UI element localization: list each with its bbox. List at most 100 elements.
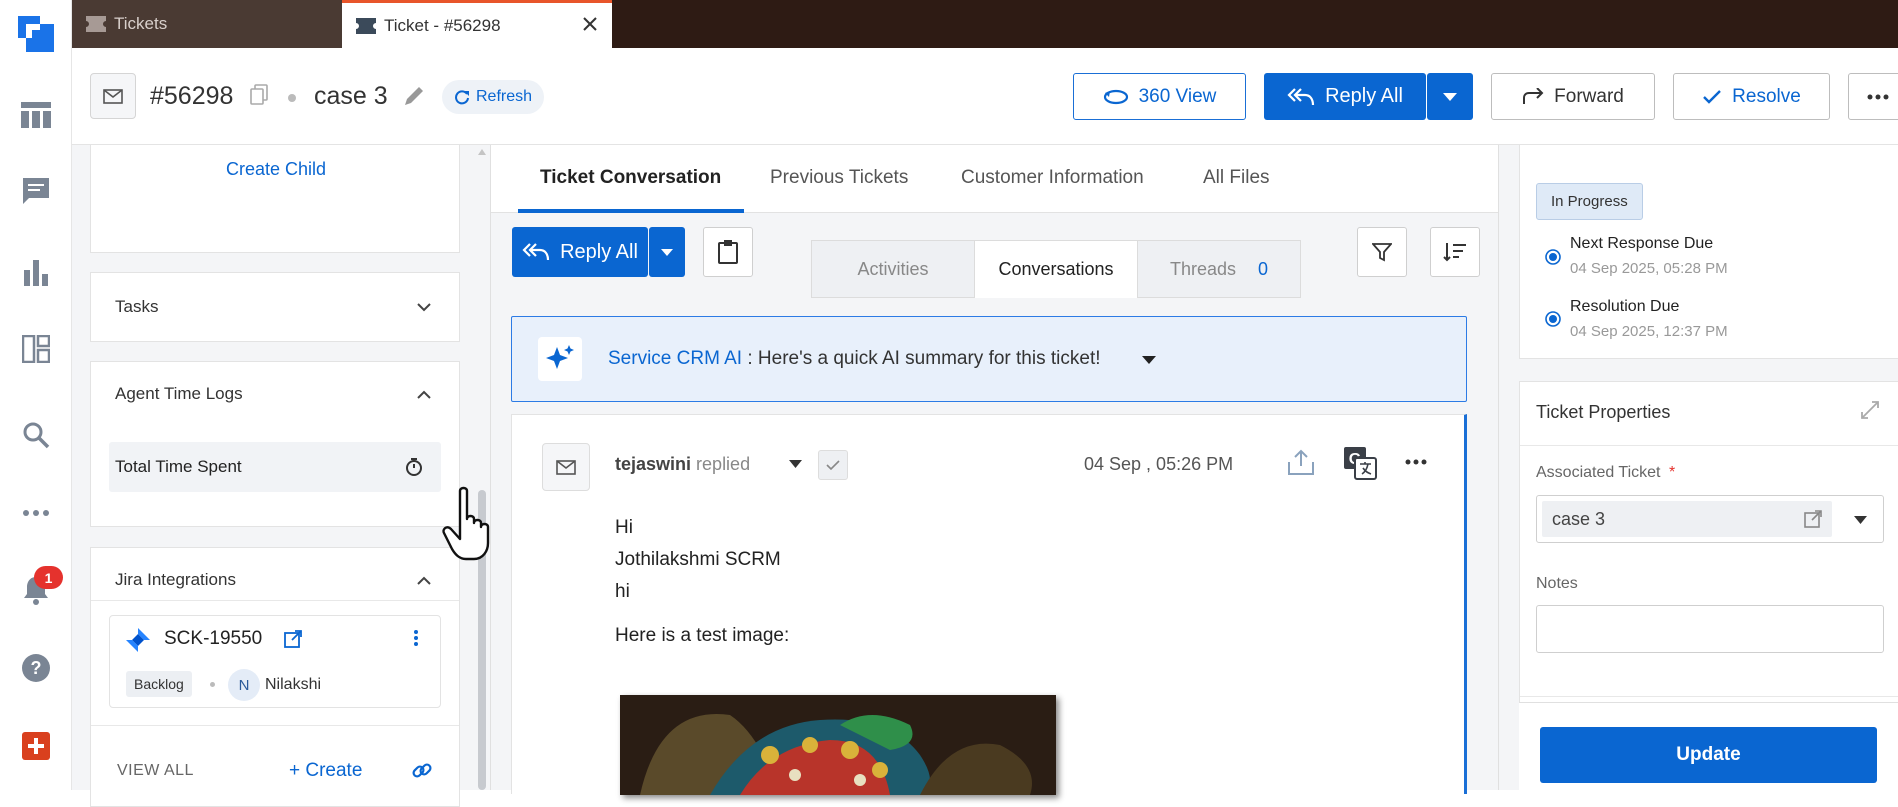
associated-ticket-label: Associated Ticket * xyxy=(1536,464,1675,482)
chevron-down-icon[interactable] xyxy=(417,303,431,312)
table-icon[interactable] xyxy=(18,97,54,133)
360-view-button[interactable]: 360 View xyxy=(1073,73,1246,120)
divider xyxy=(1520,696,1898,697)
header-reply-dropdown-button[interactable] xyxy=(1427,73,1473,120)
360-view-label: 360 View xyxy=(1138,85,1217,107)
segment-threads[interactable]: Threads 0 xyxy=(1137,240,1301,298)
share-upload-icon[interactable] xyxy=(1287,448,1315,476)
filter-icon xyxy=(1372,242,1392,262)
caret-down-icon xyxy=(1443,92,1457,101)
threads-count: 0 xyxy=(1258,258,1269,279)
active-tab-indicator xyxy=(518,209,744,213)
edit-pencil-icon[interactable] xyxy=(402,84,426,108)
ai-brand-label: Service CRM AI xyxy=(608,348,743,369)
help-icon[interactable]: ? xyxy=(18,650,54,686)
external-link-icon[interactable] xyxy=(1804,510,1822,528)
tab-customer-information[interactable]: Customer Information xyxy=(961,167,1144,189)
notes-field[interactable] xyxy=(1536,605,1884,653)
forward-button[interactable]: Forward xyxy=(1491,73,1655,120)
reply-dropdown-button[interactable] xyxy=(649,227,685,277)
window-tab-ticket-detail[interactable]: Ticket - #56298 xyxy=(342,0,612,48)
add-app-icon[interactable] xyxy=(18,728,54,764)
attached-image[interactable] xyxy=(620,695,1056,795)
refresh-button[interactable]: Refresh xyxy=(442,80,545,114)
time-logs-title: Agent Time Logs xyxy=(115,384,243,403)
caret-down-icon xyxy=(661,248,673,256)
reply-all-icon xyxy=(522,242,550,262)
stopwatch-icon[interactable] xyxy=(405,457,423,477)
resolve-button[interactable]: Resolve xyxy=(1673,73,1830,120)
expand-icon[interactable] xyxy=(1860,400,1880,420)
reply-all-label: Reply All xyxy=(1325,85,1403,107)
filter-button[interactable] xyxy=(1357,227,1407,277)
chevron-up-icon[interactable] xyxy=(417,390,431,399)
divider xyxy=(1520,445,1898,446)
more-apps-icon[interactable] xyxy=(18,495,54,531)
clipboard-icon xyxy=(718,240,738,264)
message-line: Jothilakshmi SCRM xyxy=(615,549,781,570)
associated-ticket-select[interactable]: case 3 xyxy=(1536,495,1884,543)
caret-down-icon[interactable] xyxy=(1854,516,1867,524)
resolve-label: Resolve xyxy=(1732,85,1801,107)
caret-down-icon[interactable] xyxy=(789,460,802,468)
tab-ticket-conversation[interactable]: Ticket Conversation xyxy=(540,167,721,189)
status-badge: In Progress xyxy=(1536,183,1643,220)
tab-previous-tickets[interactable]: Previous Tickets xyxy=(770,167,908,189)
reply-all-icon xyxy=(1287,87,1315,107)
notification-count-badge: 1 xyxy=(34,566,63,589)
update-button[interactable]: Update xyxy=(1540,727,1877,783)
segment-conversations[interactable]: Conversations xyxy=(974,240,1138,298)
window-tab-label: Tickets xyxy=(114,14,168,33)
search-icon[interactable] xyxy=(18,417,54,453)
sort-icon xyxy=(1443,242,1467,262)
header-reply-all-button[interactable]: Reply All xyxy=(1264,73,1426,120)
translate-icon[interactable]: G xyxy=(1343,446,1377,480)
check-icon xyxy=(1702,89,1722,105)
view-all-link[interactable]: VIEW ALL xyxy=(117,762,194,780)
window-tab-tickets[interactable]: Tickets xyxy=(72,0,342,48)
resolution-time: 04 Sep 2025, 12:37 PM xyxy=(1570,323,1728,340)
dashboard-icon[interactable] xyxy=(18,331,54,367)
chat-icon[interactable] xyxy=(18,173,54,209)
required-mark: * xyxy=(1668,464,1676,481)
caret-down-icon[interactable] xyxy=(1142,356,1156,364)
jira-title: Jira Integrations xyxy=(115,570,236,589)
jira-issue-card[interactable]: SCK-19550 Backlog N Nilakshi xyxy=(109,615,441,708)
ai-summary-banner[interactable]: Service CRM AI : Here's a quick AI summa… xyxy=(511,316,1467,402)
image-caption: Here is a test image: xyxy=(615,625,790,646)
read-receipt-icon xyxy=(818,450,848,480)
kebab-menu-icon[interactable] xyxy=(414,630,418,646)
ai-sparkle-icon xyxy=(538,337,582,381)
close-tab-icon[interactable] xyxy=(582,16,598,32)
create-issue-link[interactable]: + Create xyxy=(289,760,362,782)
left-panel-scrollbar[interactable] xyxy=(476,145,488,790)
app-logo-icon[interactable] xyxy=(18,16,54,52)
threads-label: Threads xyxy=(1169,258,1237,279)
radio-selected-icon xyxy=(1545,311,1561,327)
segment-activities[interactable]: Activities xyxy=(811,240,975,298)
ticket-name: case 3 xyxy=(314,82,388,110)
chevron-up-icon[interactable] xyxy=(417,576,431,585)
resolution-label: Resolution Due xyxy=(1570,298,1680,315)
sort-button[interactable] xyxy=(1430,227,1480,277)
scroll-up-arrow-icon[interactable] xyxy=(478,149,486,155)
jira-logo-icon xyxy=(126,628,150,652)
external-link-icon[interactable] xyxy=(284,630,302,648)
separator-dot xyxy=(288,94,296,102)
clipboard-button[interactable] xyxy=(703,227,753,277)
more-actions-button[interactable] xyxy=(1848,73,1898,120)
tasks-card[interactable]: Tasks xyxy=(90,272,460,342)
associated-ticket-chip: case 3 xyxy=(1542,501,1832,537)
reply-all-button[interactable]: Reply All xyxy=(512,227,648,277)
create-child-link[interactable]: Create Child xyxy=(91,159,461,180)
copy-icon[interactable] xyxy=(250,84,268,106)
more-horizontal-icon[interactable] xyxy=(1405,459,1427,465)
next-response-time: 04 Sep 2025, 05:28 PM xyxy=(1570,260,1728,277)
refresh-label: Refresh xyxy=(476,88,533,105)
jira-issue-key[interactable]: SCK-19550 xyxy=(164,628,262,650)
ticket-icon xyxy=(356,17,376,34)
tab-all-files[interactable]: All Files xyxy=(1203,167,1270,189)
notes-label: Notes xyxy=(1536,575,1578,592)
reports-icon[interactable] xyxy=(18,254,54,290)
link-icon[interactable] xyxy=(411,760,433,782)
